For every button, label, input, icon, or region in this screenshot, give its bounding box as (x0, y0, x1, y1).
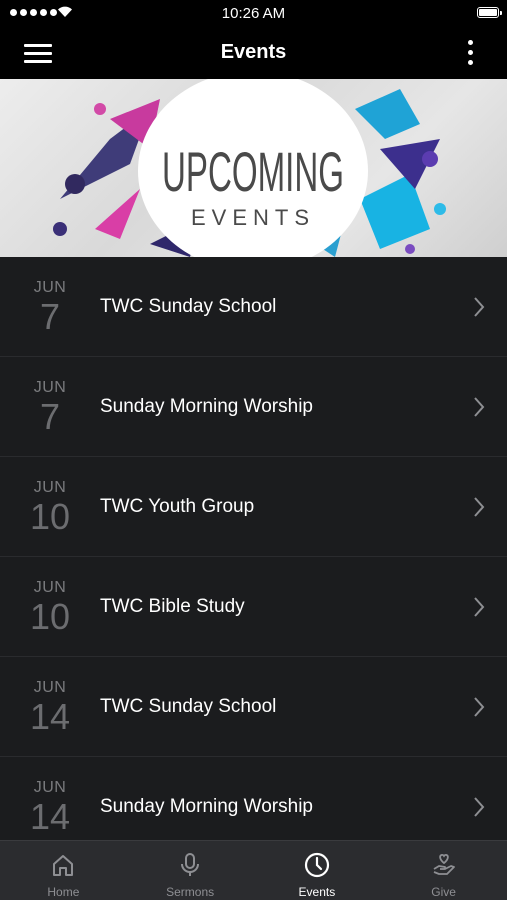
event-month: JUN (33, 279, 67, 296)
list-item[interactable]: JUN 14 TWC Sunday School (0, 657, 507, 757)
list-item[interactable]: JUN 7 TWC Sunday School (0, 257, 507, 357)
tab-label: Events (298, 885, 336, 899)
event-name: TWC Sunday School (100, 696, 277, 717)
event-month: JUN (33, 479, 67, 496)
banner-subtitle: EVENTS (191, 205, 315, 230)
give-hand-heart-icon (433, 854, 455, 875)
chevron-right-icon (474, 297, 485, 317)
page-title: Events (220, 41, 287, 63)
event-month: JUN (33, 579, 67, 596)
event-day: 14 (29, 796, 71, 837)
tab-give[interactable]: Give (380, 841, 507, 900)
event-month: JUN (33, 379, 67, 396)
tab-home[interactable]: Home (0, 841, 127, 900)
event-name: Sunday Morning Worship (100, 796, 313, 817)
chevron-right-icon (474, 797, 485, 817)
upcoming-events-banner: UPCOMING EVENTS (0, 79, 507, 257)
tab-label: Home (47, 885, 80, 899)
list-item[interactable]: JUN 7 Sunday Morning Worship (0, 357, 507, 457)
event-day: 7 (39, 396, 61, 437)
event-day: 7 (39, 296, 61, 337)
chevron-right-icon (474, 697, 485, 717)
microphone-icon (181, 853, 200, 876)
event-month: JUN (33, 779, 67, 796)
event-day: 10 (29, 596, 71, 637)
more-options-icon[interactable] (463, 40, 477, 68)
chevron-right-icon (474, 397, 485, 417)
clock-icon (304, 852, 329, 878)
nav-bar: Events (0, 28, 507, 79)
chevron-right-icon (474, 597, 485, 617)
status-time: 10:26 AM (221, 5, 286, 22)
event-name: TWC Bible Study (100, 596, 245, 617)
chevron-right-icon (474, 497, 485, 517)
home-icon (53, 855, 74, 876)
tab-sermons[interactable]: Sermons (127, 841, 254, 900)
tab-label: Give (431, 885, 456, 899)
event-name: TWC Youth Group (100, 496, 255, 517)
event-name: Sunday Morning Worship (100, 396, 313, 417)
tab-bar: Home Sermons Events Give (0, 840, 507, 900)
list-item[interactable]: JUN 10 TWC Youth Group (0, 457, 507, 557)
events-list: JUN 7 TWC Sunday School JUN 7 Sunday Mor… (0, 257, 507, 857)
battery-icon (477, 7, 502, 18)
list-item[interactable]: JUN 10 TWC Bible Study (0, 557, 507, 657)
event-day: 10 (29, 496, 71, 537)
banner-title: UPCOMING (162, 140, 344, 203)
event-day: 14 (29, 696, 71, 737)
event-name: TWC Sunday School (100, 296, 277, 317)
tab-events[interactable]: Events (254, 841, 381, 900)
tab-label: Sermons (166, 885, 215, 899)
status-bar: 10:26 AM (0, 0, 507, 28)
event-month: JUN (33, 679, 67, 696)
